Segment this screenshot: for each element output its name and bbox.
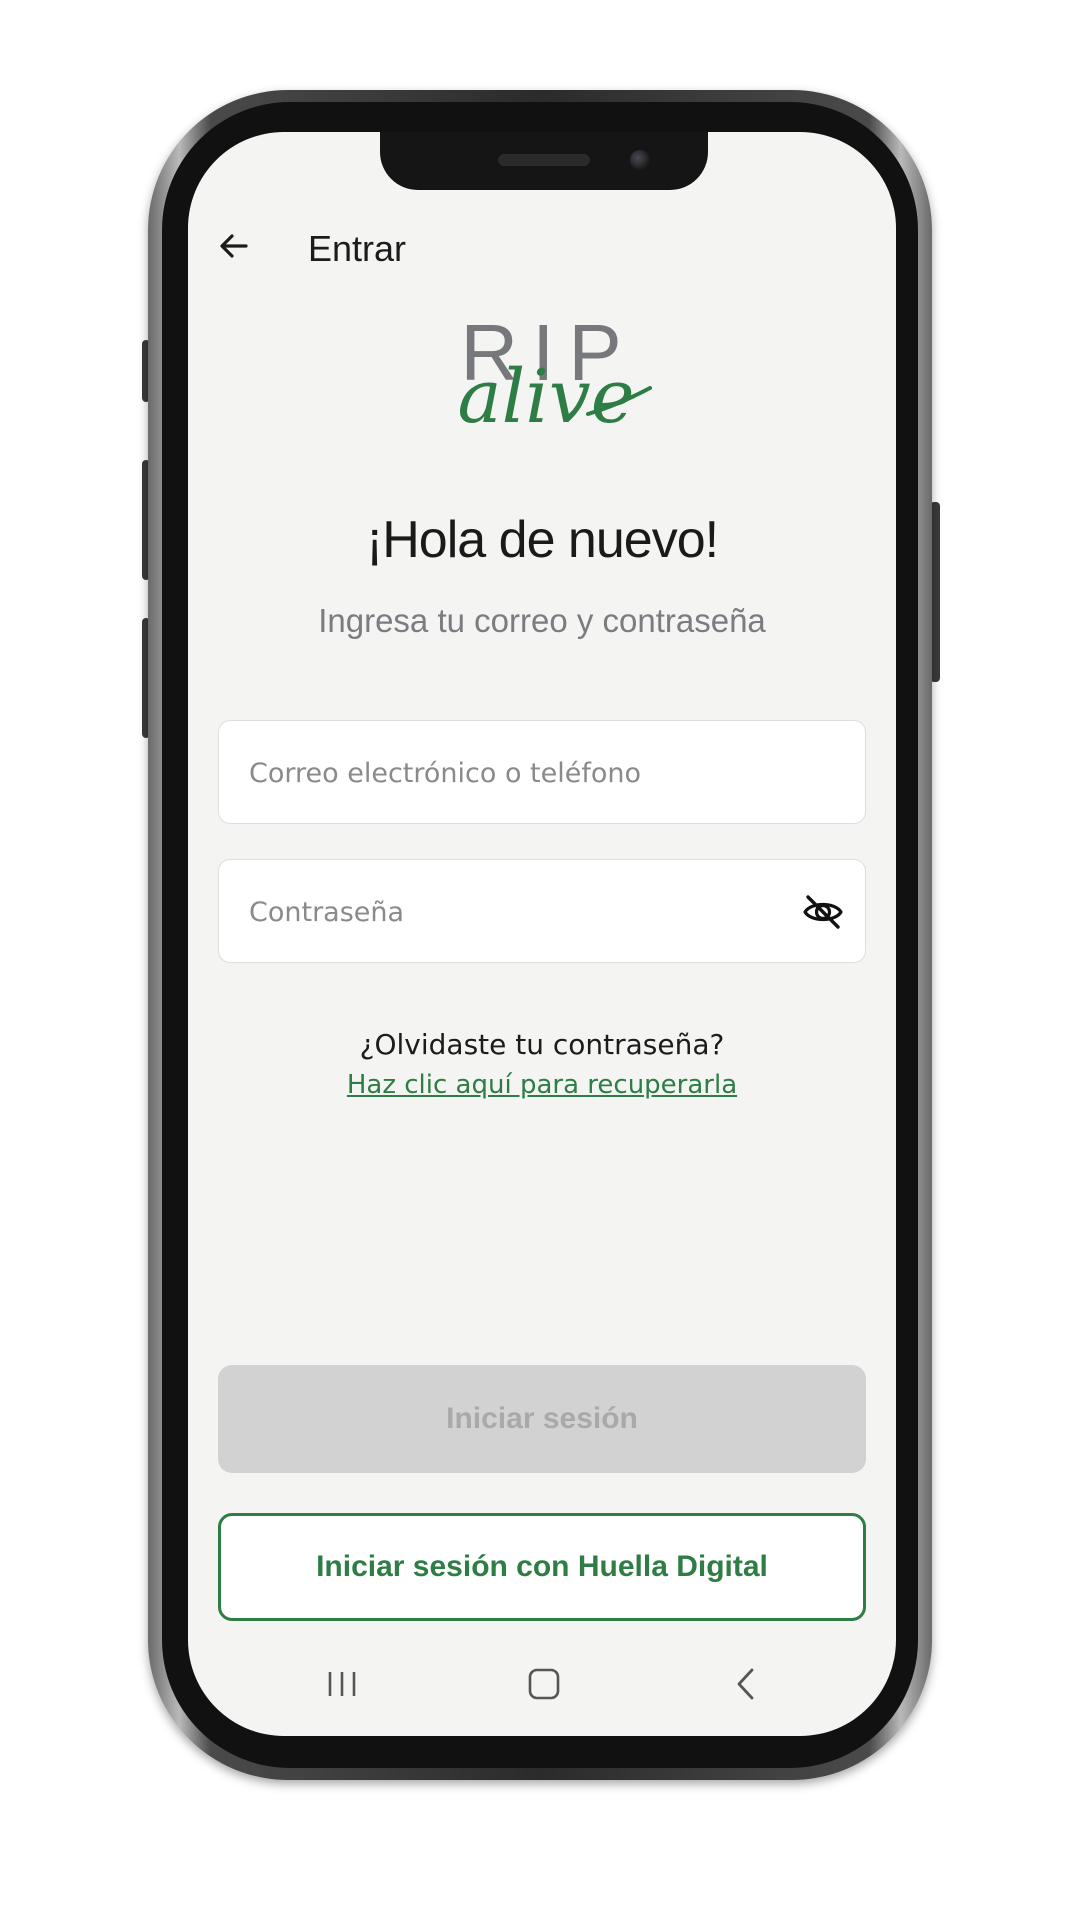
home-icon — [528, 1668, 560, 1700]
front-camera — [630, 150, 650, 170]
recover-password-link[interactable]: Haz clic aquí para recuperarla — [188, 1070, 896, 1100]
forgot-password-question: ¿Olvidaste tu contraseña? — [359, 1028, 725, 1061]
page-title: Entrar — [308, 228, 407, 269]
earpiece-speaker — [498, 154, 590, 166]
app-screenshot: Entrar RIP alive ¡Hola de nuevo! Ingresa… — [0, 0, 1080, 1920]
password-input[interactable] — [247, 860, 771, 964]
phone-notch — [380, 132, 708, 190]
system-nav-bar — [188, 1658, 896, 1710]
greeting-heading: ¡Hola de nuevo! — [365, 511, 719, 569]
phone-screen: Entrar RIP alive ¡Hola de nuevo! Ingresa… — [188, 132, 896, 1736]
eye-off-icon — [803, 895, 843, 929]
greeting-subtitle: Ingresa tu correo y contraseña — [318, 602, 766, 639]
recent-apps-button[interactable] — [312, 1658, 372, 1710]
email-field[interactable] — [218, 720, 866, 825]
password-visibility-toggle[interactable] — [799, 888, 847, 936]
login-button[interactable]: Iniciar sesión — [218, 1365, 866, 1473]
fingerprint-login-button[interactable]: Iniciar sesión con Huella Digital — [218, 1513, 866, 1621]
back-nav-button[interactable] — [716, 1658, 776, 1710]
arrow-left-icon — [220, 234, 248, 258]
logo-alive-text: alive — [457, 354, 634, 440]
password-field[interactable] — [218, 859, 866, 964]
back-button[interactable] — [210, 222, 258, 270]
email-input[interactable] — [247, 721, 771, 825]
back-nav-icon — [737, 1668, 754, 1700]
home-button[interactable] — [514, 1658, 574, 1710]
rip-alive-logo: RIP alive — [438, 308, 654, 440]
recent-apps-icon — [328, 1672, 356, 1696]
